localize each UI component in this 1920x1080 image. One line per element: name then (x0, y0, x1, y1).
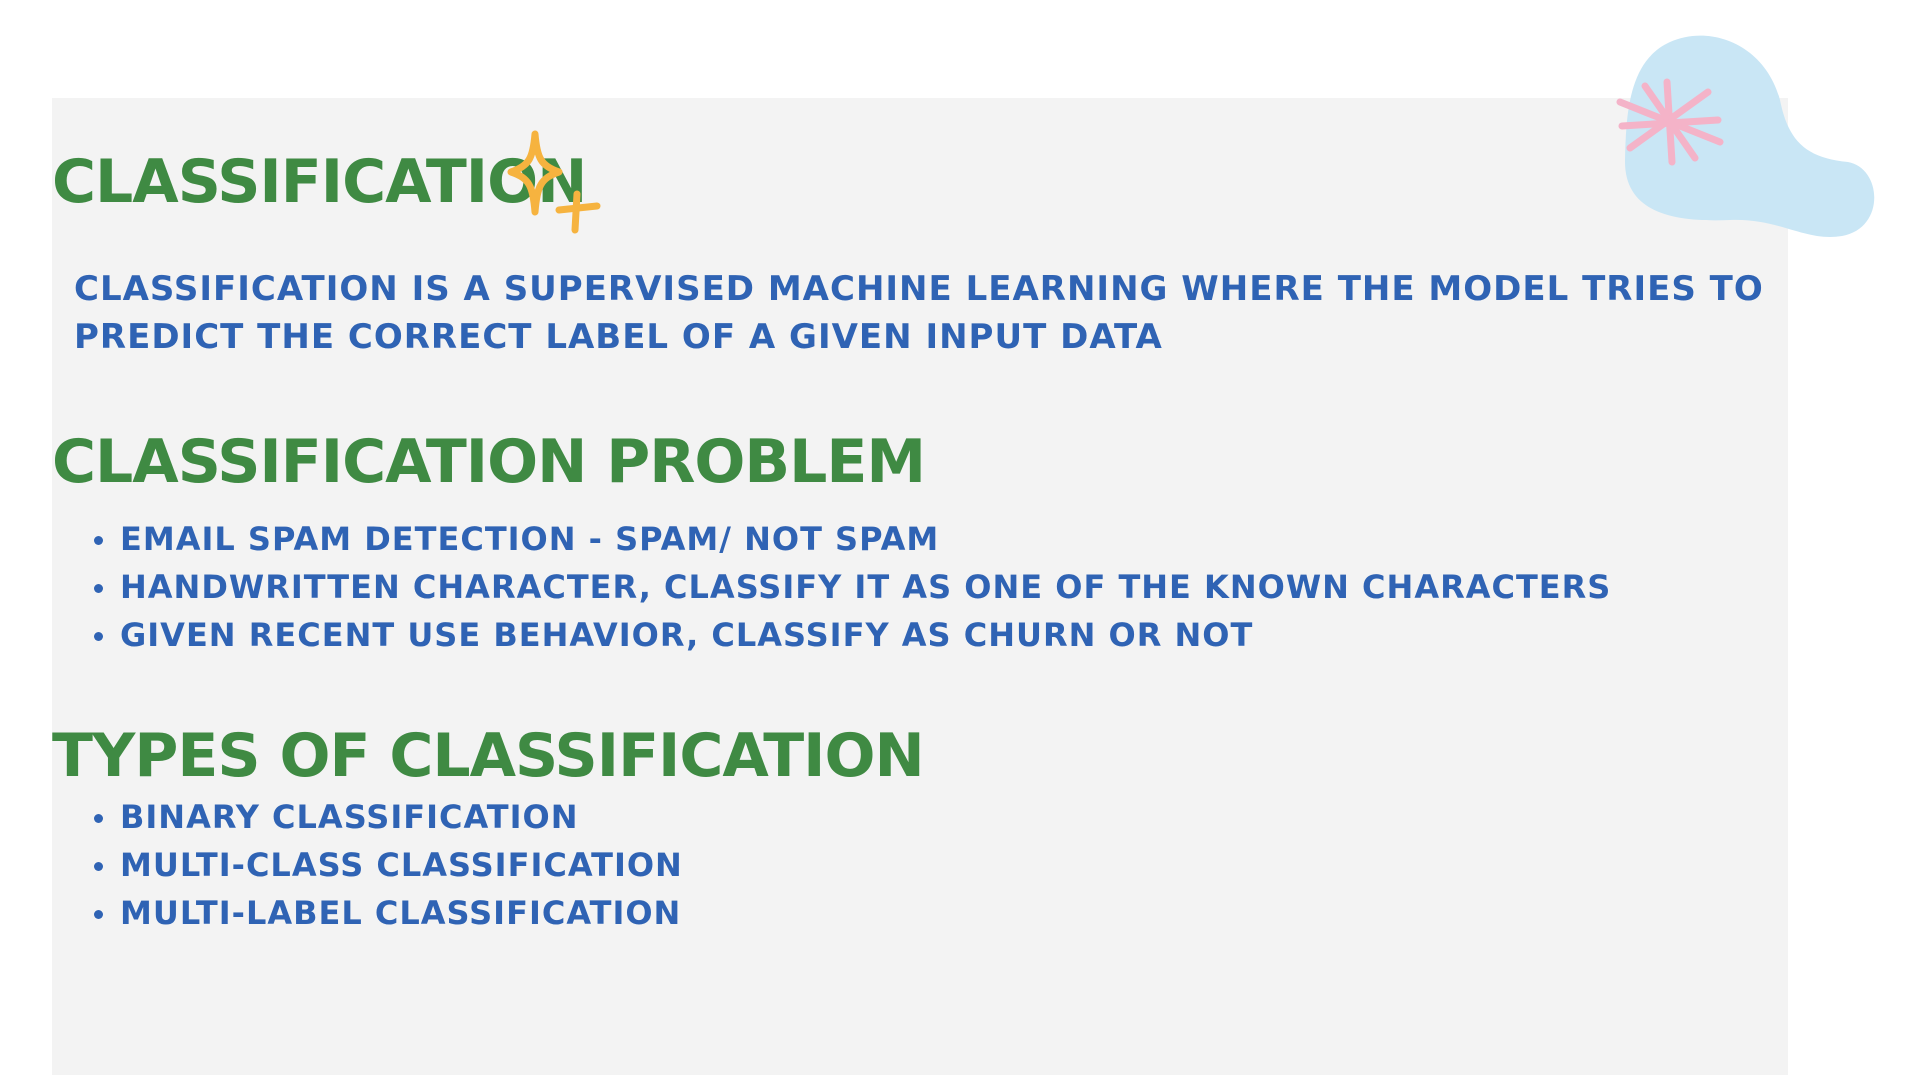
problem-list: EMAIL SPAM DETECTION - SPAM/ NOT SPAM HA… (92, 515, 1611, 659)
list-item: GIVEN RECENT USE BEHAVIOR, CLASSIFY AS C… (92, 611, 1611, 659)
blob-shape (1624, 35, 1875, 237)
sparkle-icon (507, 130, 601, 234)
list-item: HANDWRITTEN CHARACTER, CLASSIFY IT AS ON… (92, 563, 1611, 611)
classification-problem-heading: CLASSIFICATION PROBLEM (52, 427, 926, 497)
blob-decoration (1616, 35, 1875, 237)
types-heading: TYPES OF CLASSIFICATION (52, 721, 925, 791)
classification-description: CLASSIFICATION IS A SUPERVISED MACHINE L… (74, 269, 1764, 357)
list-item: MULTI-LABEL CLASSIFICATION (92, 889, 683, 937)
list-item: MULTI-CLASS CLASSIFICATION (92, 841, 683, 889)
types-list: BINARY CLASSIFICATION MULTI-CLASS CLASSI… (92, 793, 683, 937)
list-item: EMAIL SPAM DETECTION - SPAM/ NOT SPAM (92, 515, 1611, 563)
list-item: BINARY CLASSIFICATION (92, 793, 683, 841)
